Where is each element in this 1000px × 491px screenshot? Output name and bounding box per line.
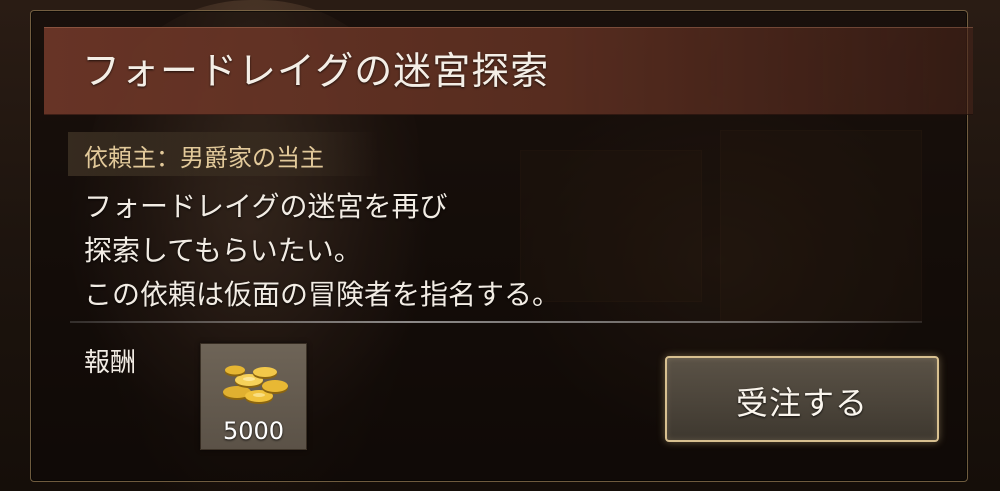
quest-description: フォードレイグの迷宮を再び 探索してもらいたい。 この依頼は仮面の冒険者を指名す… — [84, 185, 560, 317]
description-line: 探索してもらいたい。 — [84, 234, 362, 267]
reward-item: 5000 — [200, 343, 307, 450]
divider — [70, 321, 922, 323]
accept-button-label: 受注する — [735, 384, 868, 422]
quest-client: 依頼主：男爵家の当主 — [84, 144, 324, 172]
reward-amount: 5000 — [222, 417, 285, 445]
accept-quest-button[interactable]: 受注する — [665, 356, 939, 442]
reward-label: 報酬 — [84, 348, 137, 378]
gold-coins-icon — [223, 365, 288, 404]
description-line: この依頼は仮面の冒険者を指名する。 — [84, 278, 561, 311]
description-line: フォードレイグの迷宮を再び — [84, 190, 448, 223]
quest-title: フォードレイグの迷宮探索 — [82, 49, 550, 93]
quest-screen: フォードレイグの迷宮探索 依頼主：男爵家の当主 フォードレイグの迷宮を再び 探索… — [0, 0, 1000, 491]
